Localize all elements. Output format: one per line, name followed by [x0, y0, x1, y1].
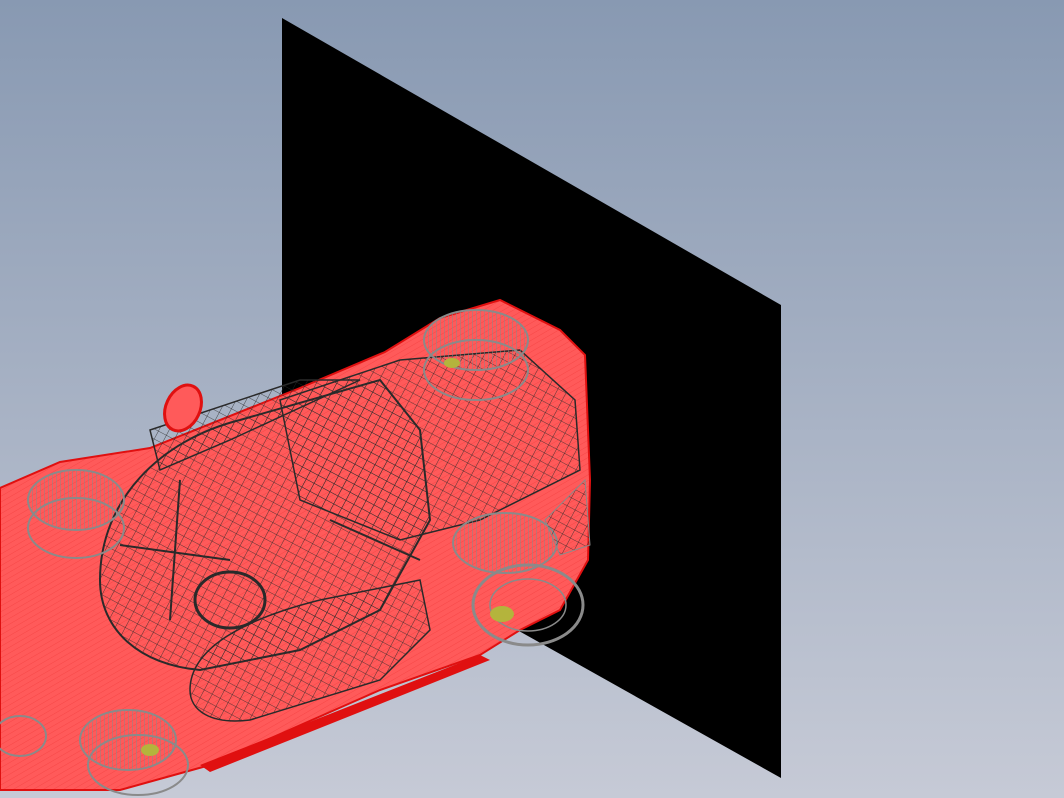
brake-caliper [141, 744, 159, 756]
brake-caliper [490, 606, 514, 622]
brake-caliper [444, 358, 460, 368]
3d-scene[interactable] [0, 0, 1064, 798]
cad-viewport[interactable] [0, 0, 1064, 798]
